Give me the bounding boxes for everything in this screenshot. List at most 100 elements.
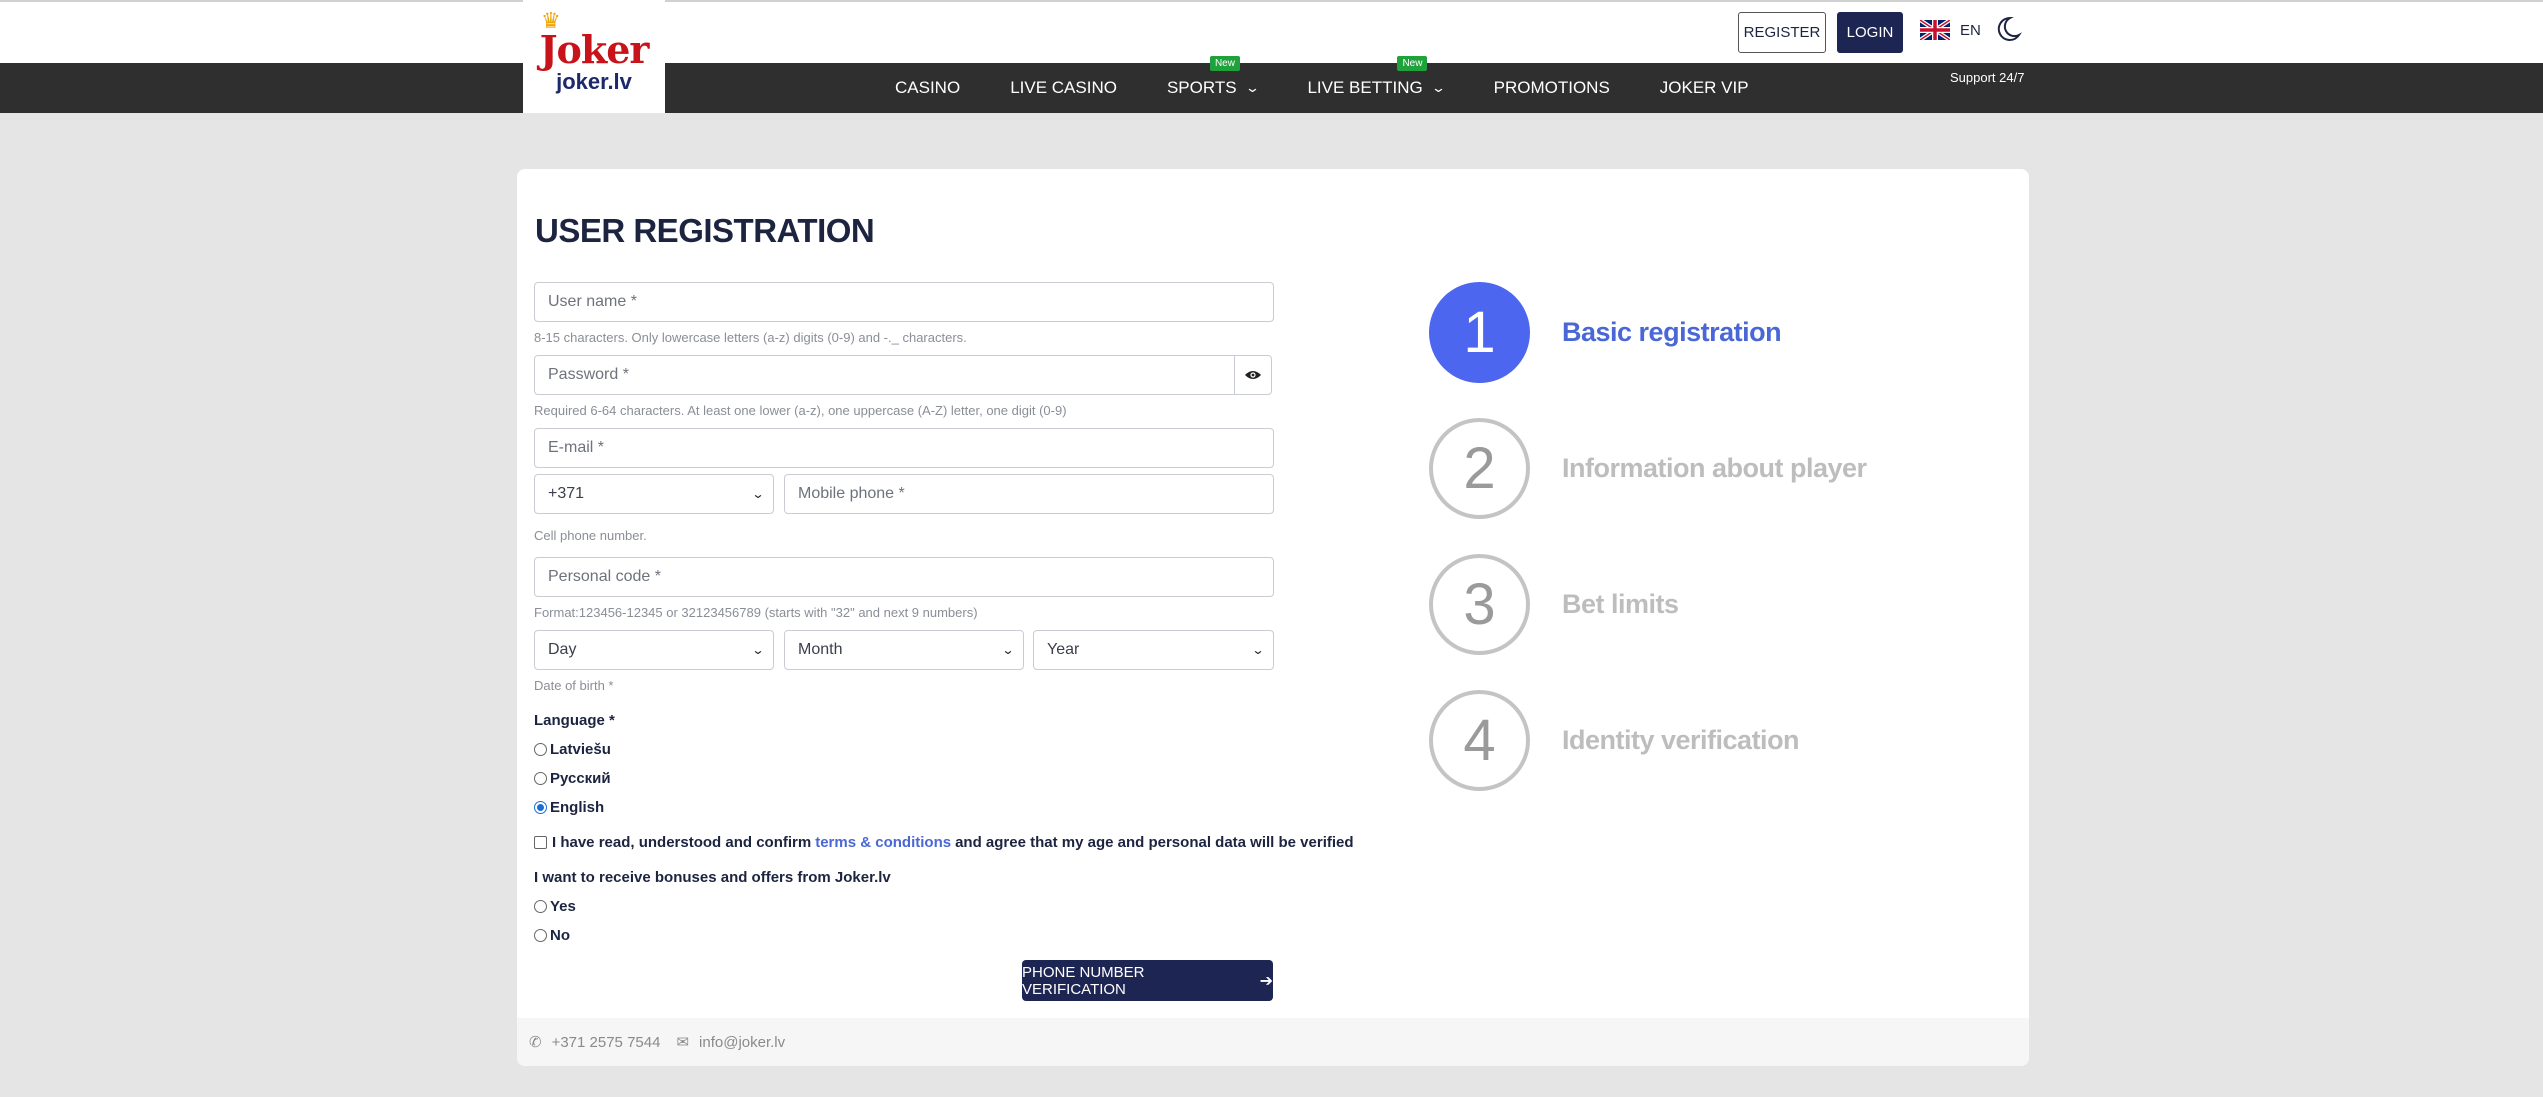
phone-text: +371 2575 7544: [551, 1033, 661, 1051]
registration-card: USER REGISTRATION User name * 8-15 chara…: [517, 169, 2029, 1066]
chevron-down-icon: ⌄: [1244, 80, 1260, 95]
personal-code-hint: Format:123456-12345 or 32123456789 (star…: [534, 605, 978, 620]
register-button[interactable]: REGISTER: [1738, 12, 1826, 53]
username-hint: 8-15 characters. Only lowercase letters …: [534, 330, 967, 345]
chevron-down-icon: ⌄: [1251, 643, 1265, 657]
step-number: 3: [1429, 554, 1530, 655]
radio-label: No: [550, 927, 570, 944]
language-switcher[interactable]: EN: [1920, 20, 1981, 40]
step-3: 3 Bet limits: [1429, 554, 1679, 655]
page-title: USER REGISTRATION: [535, 212, 875, 249]
nav-label: LIVE BETTING: [1307, 78, 1423, 97]
nav-casino[interactable]: CASINO: [870, 63, 985, 113]
chevron-down-icon: ⌄: [751, 487, 765, 501]
chevron-down-icon: ⌄: [1430, 80, 1446, 95]
show-password-button[interactable]: [1234, 355, 1272, 395]
radio-label: Русский: [550, 770, 611, 787]
footer-email[interactable]: ✉ info@joker.lv: [676, 1033, 786, 1052]
footer-phone[interactable]: ✆ +371 2575 7544: [529, 1033, 661, 1052]
selected-value: Year: [1047, 641, 1080, 658]
personal-code-input[interactable]: Personal code *: [534, 557, 1274, 597]
dob-day-select[interactable]: Day ⌄: [534, 630, 774, 670]
bonus-radio-no[interactable]: No: [534, 927, 570, 944]
uk-flag-icon: [1920, 20, 1950, 40]
selected-value: Day: [548, 641, 577, 658]
terms-text: I have read, understood and confirm: [552, 834, 812, 851]
contact-footer: ✆ +371 2575 7544 ✉ info@joker.lv: [517, 1018, 2029, 1066]
selected-value: Month: [798, 641, 843, 658]
placeholder: Personal code *: [548, 568, 661, 585]
terms-link[interactable]: terms & conditions: [815, 834, 951, 851]
radio-button[interactable]: [534, 801, 547, 814]
step-title: Information about player: [1562, 453, 1867, 483]
terms-text: and agree that my age and personal data …: [955, 834, 1354, 851]
phone-icon: ✆: [529, 1034, 542, 1051]
language-code: EN: [1960, 21, 1981, 39]
dark-mode-moon-icon[interactable]: [1993, 14, 2023, 44]
nav-label: SPORTS: [1166, 78, 1237, 97]
nav-label: PROMOTIONS: [1493, 78, 1610, 97]
step-1: 1 Basic registration: [1429, 282, 1782, 383]
eye-icon: [1245, 371, 1261, 379]
checkbox[interactable]: [534, 836, 547, 849]
step-title: Identity verification: [1562, 725, 1800, 755]
nav-live-betting[interactable]: New LIVE BETTING ⌄: [1282, 56, 1468, 113]
arrow-right-icon: ➔: [1259, 972, 1273, 990]
logo-brand: Joker: [539, 27, 650, 72]
language-radio-russian[interactable]: Русский: [534, 770, 611, 787]
envelope-icon: ✉: [676, 1034, 690, 1051]
radio-button[interactable]: [534, 929, 547, 942]
language-radio-latviesu[interactable]: Latviešu: [534, 741, 611, 758]
step-number: 1: [1429, 282, 1530, 383]
step-4: 4 Identity verification: [1429, 690, 1800, 791]
login-button[interactable]: LOGIN: [1837, 12, 1903, 53]
email-input[interactable]: E-mail *: [534, 428, 1274, 468]
new-badge: New: [1397, 56, 1428, 71]
bonus-radio-yes[interactable]: Yes: [534, 898, 576, 915]
step-2: 2 Information about player: [1429, 418, 1867, 519]
language-radio-english[interactable]: English: [534, 799, 604, 816]
placeholder: User name *: [548, 293, 637, 310]
dob-year-select[interactable]: Year ⌄: [1033, 630, 1274, 670]
radio-button[interactable]: [534, 743, 547, 756]
nav-sports[interactable]: New SPORTS ⌄: [1142, 56, 1283, 113]
nav-label: CASINO: [895, 78, 961, 97]
bonus-label: I want to receive bonuses and offers fro…: [534, 869, 891, 886]
radio-button[interactable]: [534, 772, 547, 785]
new-badge: New: [1209, 56, 1240, 71]
dob-month-select[interactable]: Month ⌄: [784, 630, 1024, 670]
top-header: [0, 0, 2543, 63]
dob-hint: Date of birth *: [534, 678, 614, 693]
radio-label: Latviešu: [550, 741, 611, 758]
step-number: 2: [1429, 418, 1530, 519]
mobile-phone-input[interactable]: Mobile phone *: [784, 474, 1274, 514]
language-label: Language *: [534, 712, 615, 729]
email-text: info@joker.lv: [699, 1033, 786, 1051]
password-hint: Required 6-64 characters. At least one l…: [534, 403, 1067, 418]
placeholder: Mobile phone *: [798, 485, 905, 502]
radio-label: English: [550, 799, 605, 816]
terms-checkbox[interactable]: I have read, understood and confirm term…: [534, 834, 1354, 851]
placeholder: Password *: [548, 366, 629, 383]
step-title: Basic registration: [1562, 317, 1782, 347]
joker-logo[interactable]: ♛ Joker joker.lv: [523, 0, 665, 113]
chevron-down-icon: ⌄: [751, 643, 765, 657]
step-title: Bet limits: [1562, 589, 1679, 619]
support-link[interactable]: Support 24/7: [1950, 70, 2024, 85]
phone-code-select[interactable]: +371 ⌄: [534, 474, 774, 514]
nav-joker-vip[interactable]: JOKER VIP: [1635, 63, 1774, 113]
button-label: PHONE NUMBER VERIFICATION: [1022, 963, 1145, 998]
nav-promotions[interactable]: PROMOTIONS: [1469, 63, 1635, 113]
nav-menu: CASINO LIVE CASINO New SPORTS ⌄ New LIVE…: [870, 56, 1774, 113]
phone-hint: Cell phone number.: [534, 528, 647, 543]
password-input[interactable]: Password *: [534, 355, 1236, 395]
phone-verification-button[interactable]: PHONE NUMBER VERIFICATION ➔: [1022, 960, 1273, 1001]
step-number: 4: [1429, 690, 1530, 791]
nav-live-casino[interactable]: LIVE CASINO: [985, 63, 1142, 113]
radio-label: Yes: [550, 898, 576, 915]
radio-button[interactable]: [534, 900, 547, 913]
logo-site: joker.lv: [556, 69, 632, 94]
chevron-down-icon: ⌄: [1001, 643, 1015, 657]
nav-label: JOKER VIP: [1659, 78, 1749, 97]
username-input[interactable]: User name *: [534, 282, 1274, 322]
